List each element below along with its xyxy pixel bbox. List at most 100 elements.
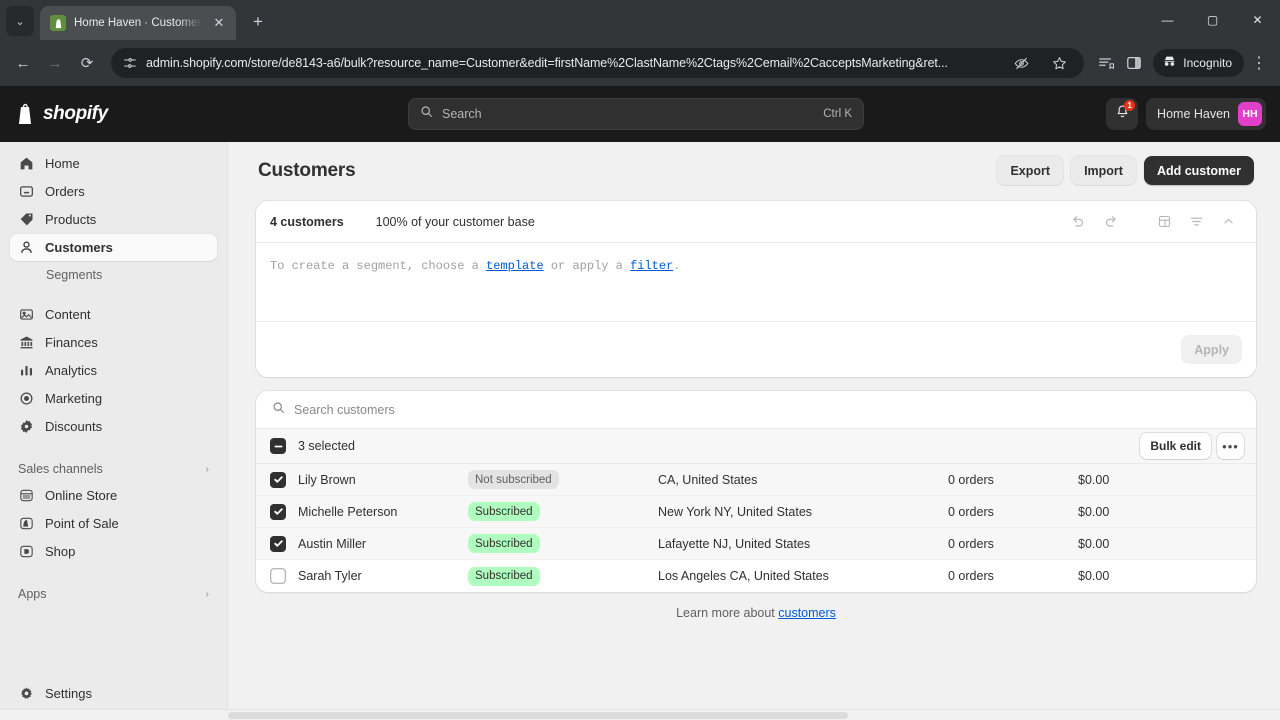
global-search-input[interactable]: Search Ctrl K <box>408 98 864 130</box>
global-search-placeholder: Search <box>442 107 482 121</box>
more-actions-button[interactable]: ••• <box>1217 433 1244 459</box>
notifications-button[interactable]: 1 <box>1106 98 1139 130</box>
status-badge: Subscribed <box>468 502 540 521</box>
orders-icon <box>18 183 35 200</box>
sidebar-item-discounts[interactable]: Discounts <box>10 413 217 440</box>
star-icon[interactable] <box>1046 50 1072 76</box>
sidebar-section-apps[interactable]: Apps › <box>10 581 217 607</box>
customer-location: Los Angeles CA, United States <box>658 569 829 583</box>
sidebar-item-label: Shop <box>45 544 76 559</box>
chevron-right-icon[interactable]: › <box>206 464 209 475</box>
sidebar-divider-2 <box>10 441 217 454</box>
store-menu-button[interactable]: Home Haven HH <box>1146 98 1266 130</box>
tab-search-button[interactable]: ⌄ <box>6 6 34 36</box>
table-row[interactable]: Austin Miller Subscribed Lafayette NJ, Uni… <box>256 528 1256 560</box>
export-button[interactable]: Export <box>997 156 1064 185</box>
sidebar-item-analytics[interactable]: Analytics <box>10 357 217 384</box>
window-maximize-button[interactable]: ▢ <box>1190 0 1235 40</box>
browser-tab-title: Home Haven · Customers · Sho <box>74 17 202 29</box>
select-all-checkbox[interactable] <box>270 438 286 454</box>
import-button[interactable]: Import <box>1071 156 1136 185</box>
sidebar-item-customers[interactable]: Customers <box>10 234 217 261</box>
bulk-edit-button[interactable]: Bulk edit <box>1140 433 1211 459</box>
row-checkbox[interactable] <box>270 471 286 488</box>
template-link[interactable]: template <box>486 259 544 273</box>
customer-location: Lafayette NJ, United States <box>658 536 811 551</box>
sidebar-item-marketing[interactable]: Marketing <box>10 385 217 412</box>
sidebar-section-label: Apps <box>18 587 47 601</box>
incognito-indicator[interactable]: Incognito <box>1153 49 1244 77</box>
sidebar-section-sales-channels[interactable]: Sales channels › <box>10 456 217 482</box>
segment-query-area[interactable]: To create a segment, choose a template o… <box>256 243 1256 321</box>
shopify-logo[interactable]: shopify <box>0 102 228 126</box>
sidebar-item-label: Products <box>45 212 97 227</box>
address-bar[interactable]: admin.shopify.com/store/de8143-a6/bulk?r… <box>111 48 1085 78</box>
customers-list-card: Search customers 3 selected Bulk edit ••… <box>256 391 1256 592</box>
sidebar-item-shop[interactable]: Shop <box>10 538 217 565</box>
horizontal-scrollbar[interactable] <box>0 709 1280 720</box>
sidebar-item-home[interactable]: Home <box>10 150 217 177</box>
shopify-bag-icon <box>50 15 66 31</box>
row-checkbox[interactable] <box>270 568 286 584</box>
scrollbar-thumb[interactable] <box>228 712 848 719</box>
row-checkbox[interactable] <box>270 535 286 552</box>
customer-search-placeholder: Search customers <box>294 402 395 417</box>
segment-card-header: 4 customers 100% of your customer base <box>256 201 1256 243</box>
browser-menu-icon[interactable]: ⋮ <box>1246 50 1272 76</box>
tracking-protection-icon[interactable] <box>1008 50 1034 76</box>
new-tab-button[interactable]: + <box>244 8 272 36</box>
search-icon <box>272 401 285 419</box>
table-row[interactable]: Sarah Tyler Subscribed Los Angeles CA, Uni… <box>256 560 1256 592</box>
topbar-right: 1 Home Haven HH <box>1106 98 1266 130</box>
sidebar-item-finances[interactable]: Finances <box>10 329 217 356</box>
chevron-right-icon[interactable]: › <box>206 589 209 600</box>
sidebar-item-online-store[interactable]: Online Store <box>10 482 217 509</box>
add-customer-button[interactable]: Add customer <box>1143 156 1254 185</box>
sidebar-item-orders[interactable]: Orders <box>10 178 217 205</box>
sidebar-section-label: Sales channels <box>18 462 103 476</box>
customer-name: Michelle Peterson <box>298 504 398 519</box>
customer-amount-spent: $0.00 <box>1078 504 1110 519</box>
redo-icon[interactable] <box>1096 208 1124 236</box>
search-icon <box>420 105 433 123</box>
side-panel-icon[interactable] <box>1121 50 1147 76</box>
row-checkbox[interactable] <box>270 503 286 520</box>
window-minimize-button[interactable]: — <box>1145 0 1190 40</box>
window-close-button[interactable]: ✕ <box>1235 0 1280 40</box>
incognito-icon <box>1162 54 1177 72</box>
forward-button[interactable]: → <box>40 48 70 78</box>
sidebar-item-segments[interactable]: Segments <box>10 262 217 288</box>
url-text: admin.shopify.com/store/de8143-a6/bulk?r… <box>146 56 948 70</box>
browser-tab-active[interactable]: Home Haven · Customers · Sho ✕ <box>40 6 236 40</box>
subscription-cell: Subscribed <box>468 566 658 586</box>
sidebar-item-products[interactable]: Products <box>10 206 217 233</box>
table-row[interactable]: Lily Brown Not subscribed CA, United State… <box>256 464 1256 496</box>
shop-icon <box>18 543 35 560</box>
customer-search-bar[interactable]: Search customers <box>256 391 1256 429</box>
filter-icon[interactable] <box>1182 208 1210 236</box>
sidebar-item-label: Content <box>45 307 91 322</box>
learn-more-prefix: Learn more about <box>676 606 779 620</box>
apply-button[interactable]: Apply <box>1181 335 1242 364</box>
sidebar-item-content[interactable]: Content <box>10 301 217 328</box>
sidebar-item-label: Marketing <box>45 391 103 406</box>
customers-help-link[interactable]: customers <box>778 606 836 620</box>
filter-link[interactable]: filter <box>630 259 673 273</box>
sidebar-item-settings[interactable]: Settings <box>10 680 217 707</box>
table-row[interactable]: Michelle Peterson Subscribed New York NY, … <box>256 496 1256 528</box>
save-view-icon[interactable] <box>1150 208 1178 236</box>
back-button[interactable]: ← <box>8 48 38 78</box>
sidebar-item-point-of-sale[interactable]: Point of Sale <box>10 510 217 537</box>
chevron-up-icon[interactable] <box>1214 208 1242 236</box>
segment-hint-suffix: . <box>673 259 681 273</box>
reload-button[interactable]: ⟳ <box>72 48 102 78</box>
reading-list-icon[interactable] <box>1093 50 1119 76</box>
page-settings-icon[interactable] <box>123 56 137 70</box>
customer-amount-spent: $0.00 <box>1078 536 1110 551</box>
segment-toolbar <box>1064 208 1242 236</box>
shopify-topbar: shopify Search Ctrl K 1 Home Haven HH <box>0 86 1280 142</box>
undo-icon[interactable] <box>1064 208 1092 236</box>
customer-name: Austin Miller <box>298 536 367 551</box>
sidebar-item-label: Analytics <box>45 363 98 378</box>
close-tab-icon[interactable]: ✕ <box>210 15 228 31</box>
